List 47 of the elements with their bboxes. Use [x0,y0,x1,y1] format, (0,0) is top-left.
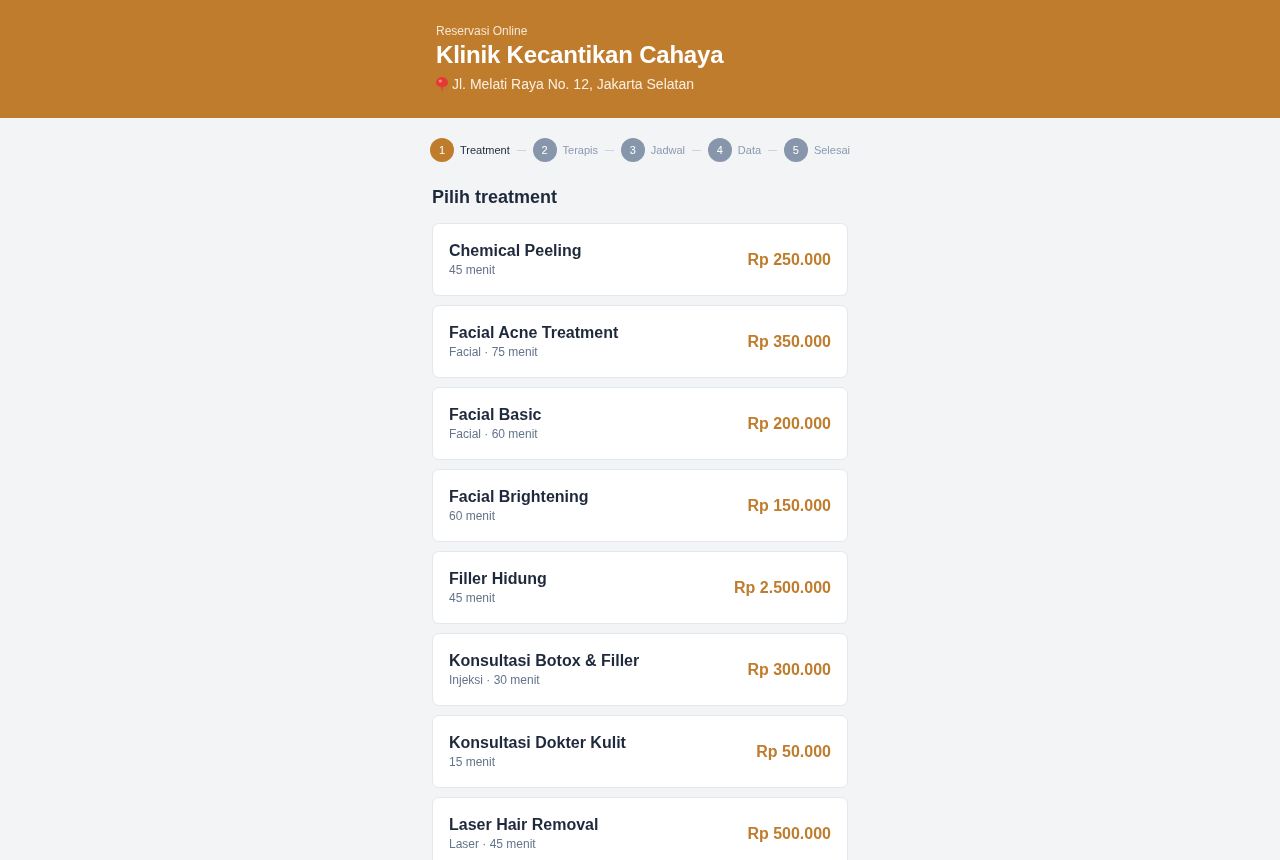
treatment-name: Facial Acne Treatment [449,323,619,342]
clinic-name: Klinik Kecantikan Cahaya [436,40,725,70]
treatment-details: Facial · 75 menit [449,345,539,360]
treatment-details: 45 menit [449,591,497,606]
treatment-price: Rp 150.000 [747,495,831,516]
treatment-price: Rp 50.000 [756,741,831,762]
step-label: Terapis [562,142,598,158]
treatment-card[interactable]: Laser Hair Removal Laser · 45 menit Rp 500.000 [432,797,848,860]
treatment-name: Chemical Peeling [449,241,582,260]
header-subtitle: Reservasi Online [436,24,529,38]
treatment-card[interactable]: Facial Brightening 60 menit Rp 150.000 [432,469,848,542]
treatment-card[interactable]: Facial Acne Treatment Facial · 75 menit Rp 350.000 [432,305,848,378]
treatment-details: 60 menit [449,509,497,524]
step-number: 2 [532,138,557,162]
pin-icon [436,76,448,93]
treatment-name: Facial Brightening [449,487,589,506]
step-label: Data [737,142,762,158]
treatment-details: 15 menit [449,755,497,770]
treatment-price: Rp 2.500.000 [734,577,831,598]
treatment-name: Konsultasi Botox & Filler [449,651,640,670]
treatment-card[interactable]: Konsultasi Botox & Filler Injeksi · 30 menit Rp 300.000 [432,633,848,706]
treatment-price: Rp 300.000 [747,659,831,680]
treatment-details: Facial · 60 menit [449,427,539,442]
treatment-name: Facial Basic [449,405,542,424]
section-title: Pilih treatment [432,186,559,208]
treatment-details: 45 menit [449,263,497,278]
step-number: 5 [783,138,808,162]
treatment-details: Injeksi · 30 menit [449,673,541,688]
step-number: 1 [430,138,454,162]
step-number: 3 [620,138,645,162]
treatment-details: Laser · 45 menit [449,837,537,852]
clinic-address: Jl. Melati Raya No. 12, Jakarta Selatan [452,76,694,93]
treatment-price: Rp 350.000 [747,331,831,352]
treatment-price: Rp 200.000 [747,413,831,434]
treatment-price: Rp 250.000 [747,249,831,270]
treatment-name: Konsultasi Dokter Kulit [449,733,626,752]
treatment-name: Laser Hair Removal [449,815,599,834]
treatment-card[interactable]: Chemical Peeling 45 menit Rp 250.000 [432,223,848,296]
treatment-name: Filler Hidung [449,569,547,588]
treatment-price: Rp 500.000 [747,823,831,844]
step-label: Jadwal [650,142,686,158]
treatment-card[interactable]: Konsultasi Dokter Kulit 15 menit Rp 50.000 [432,715,848,788]
step-label: Selesai [813,142,850,158]
step-label: Treatment [460,142,510,158]
step-number: 4 [707,138,732,162]
treatment-card[interactable]: Filler Hidung 45 menit Rp 2.500.000 [432,551,848,624]
treatment-card[interactable]: Facial Basic Facial · 60 menit Rp 200.000 [432,387,848,460]
